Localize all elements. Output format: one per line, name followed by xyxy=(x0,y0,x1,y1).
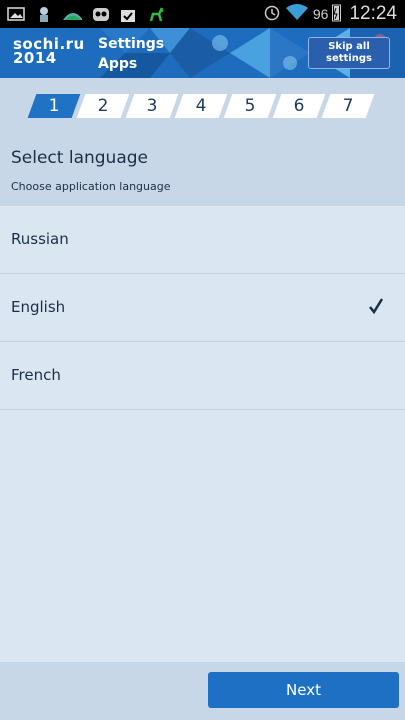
section-subtitle: Choose application language xyxy=(11,180,171,193)
header-title: Settings Apps xyxy=(98,34,164,74)
language-label: English xyxy=(11,298,66,316)
header-title-line1: Settings xyxy=(98,36,165,52)
battery-icon xyxy=(332,2,342,26)
wifi-icon xyxy=(285,3,309,25)
language-label: French xyxy=(11,366,61,384)
language-option-russian[interactable]: Russian xyxy=(0,206,405,274)
bag-check-icon xyxy=(118,5,138,23)
skip-all-settings-button[interactable]: Skip all settings xyxy=(308,37,390,69)
language-option-french[interactable]: French xyxy=(0,342,405,410)
sochi-logo: sochi.ru 2014 xyxy=(13,35,85,67)
android-icon xyxy=(90,5,110,23)
clock: 12:24 xyxy=(349,3,397,24)
section-header: Select language Choose application langu… xyxy=(0,134,405,206)
step-2[interactable]: 2 xyxy=(76,94,130,118)
hat-figure-icon xyxy=(34,5,54,23)
step-indicator: 1 2 3 4 5 6 7 xyxy=(0,78,405,134)
deer-icon xyxy=(146,5,166,23)
step-1[interactable]: 1 xyxy=(27,94,81,118)
section-title: Select language xyxy=(11,148,148,168)
battery-percent: 96 xyxy=(312,6,329,22)
footer-bar: Next xyxy=(0,662,405,720)
step-3[interactable]: 3 xyxy=(125,94,179,118)
step-4[interactable]: 4 xyxy=(174,94,228,118)
next-button[interactable]: Next xyxy=(208,672,399,708)
alarm-icon xyxy=(263,3,281,25)
language-list: Russian English French xyxy=(0,206,405,410)
status-bar: 96 12:24 xyxy=(0,0,405,28)
notification-icons xyxy=(0,5,166,23)
language-label: Russian xyxy=(11,230,69,248)
checkmark-icon xyxy=(369,298,384,318)
step-6[interactable]: 6 xyxy=(272,94,326,118)
step-5[interactable]: 5 xyxy=(223,94,277,118)
landscape-icon xyxy=(62,5,82,23)
header-title-line2: Apps xyxy=(98,56,138,72)
language-option-english[interactable]: English xyxy=(0,274,405,342)
step-7[interactable]: 7 xyxy=(321,94,375,118)
image-icon xyxy=(6,5,26,23)
